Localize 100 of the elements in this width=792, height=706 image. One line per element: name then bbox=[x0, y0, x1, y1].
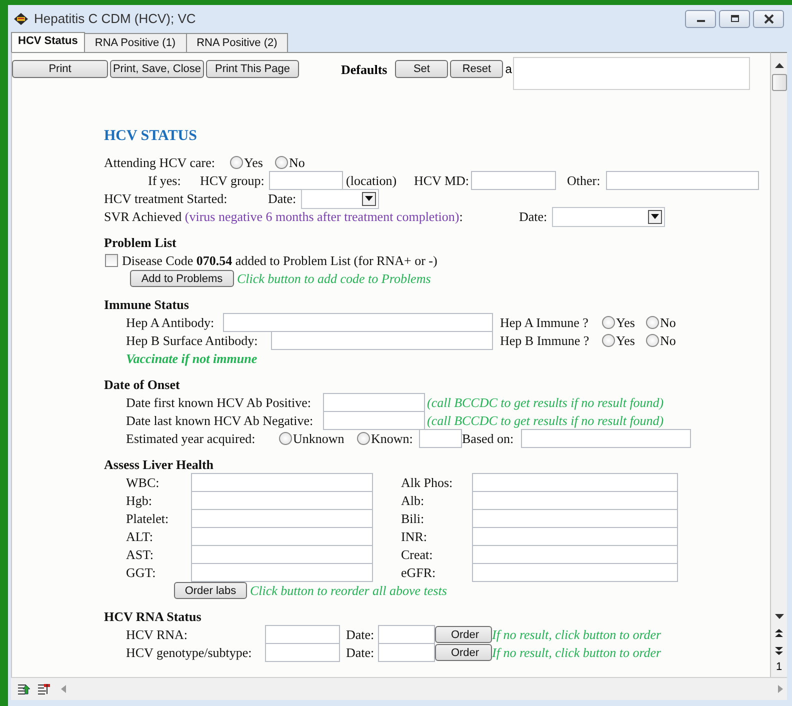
scroll-left-icon[interactable] bbox=[61, 685, 66, 694]
scrollbar-thumb[interactable] bbox=[772, 74, 786, 91]
hint-text: If no result, click button to order bbox=[492, 644, 662, 661]
radio-button[interactable] bbox=[230, 156, 243, 170]
radio-button[interactable] bbox=[602, 334, 615, 348]
hint-text: (call BCCDC to get results if no result found) bbox=[426, 394, 664, 411]
text-field[interactable] bbox=[323, 411, 425, 430]
action-button[interactable]: Order labs bbox=[174, 582, 247, 600]
text-field[interactable] bbox=[269, 171, 343, 190]
radio-button[interactable] bbox=[275, 156, 288, 170]
text-field[interactable] bbox=[521, 429, 691, 448]
toolbar-button[interactable]: Print, Save, Close bbox=[110, 60, 204, 78]
field-label: ALT: bbox=[126, 528, 154, 545]
checkbox[interactable] bbox=[105, 254, 118, 268]
text-field[interactable] bbox=[472, 491, 678, 510]
action-button[interactable]: Add to Problems bbox=[130, 270, 234, 288]
form-heading: HCV STATUS bbox=[104, 126, 198, 145]
field-label: Date first known HCV Ab Positive: bbox=[126, 394, 312, 411]
text-field[interactable] bbox=[606, 171, 760, 190]
action-button[interactable]: Order bbox=[435, 626, 492, 644]
radio-button[interactable] bbox=[602, 316, 615, 330]
field-label: If yes: bbox=[148, 172, 182, 189]
option-label: Yes bbox=[616, 314, 635, 331]
hint-text: Click button to reorder all above tests bbox=[249, 582, 447, 599]
text-field[interactable] bbox=[223, 313, 493, 332]
page-up-icon[interactable] bbox=[775, 629, 783, 638]
text-field[interactable] bbox=[378, 625, 435, 644]
field-label: Hep A Antibody: bbox=[126, 314, 216, 331]
text-field[interactable] bbox=[191, 527, 373, 546]
option-label: No bbox=[660, 332, 676, 349]
section-title: Immune Status bbox=[104, 296, 190, 314]
date-dropdown[interactable] bbox=[301, 188, 379, 209]
field-label: HCV group: bbox=[200, 172, 266, 189]
text-field[interactable] bbox=[191, 509, 373, 528]
field-label: eGFR: bbox=[400, 564, 437, 581]
checkbox-label: Disease Code 070.54 added to Problem List (for RNA+ or -) bbox=[122, 252, 438, 269]
option-label: No bbox=[660, 314, 676, 331]
tab[interactable]: RNA Positive (1) bbox=[84, 32, 187, 52]
date-dropdown[interactable] bbox=[552, 206, 665, 227]
field-label: Estimated year acquired: bbox=[126, 430, 256, 447]
scroll-right-icon[interactable] bbox=[778, 685, 783, 694]
option-label: Yes bbox=[244, 154, 263, 171]
scroll-down-icon[interactable] bbox=[774, 614, 784, 620]
field-label: Date: bbox=[268, 190, 298, 207]
page-number: 1 bbox=[776, 661, 782, 674]
field-label: HCV treatment Started: bbox=[104, 190, 228, 207]
radio-button[interactable] bbox=[357, 432, 370, 446]
text-field[interactable] bbox=[471, 171, 556, 190]
tab[interactable]: RNA Positive (2) bbox=[186, 32, 288, 52]
field-label: WBC: bbox=[126, 474, 160, 491]
action-button[interactable]: Order bbox=[435, 644, 492, 662]
close-button[interactable] bbox=[753, 10, 784, 28]
radio-button[interactable] bbox=[646, 316, 659, 330]
field-label: Date: bbox=[345, 626, 376, 643]
text-field[interactable] bbox=[191, 545, 373, 564]
field-label: Date last known HCV Ab Negative: bbox=[126, 412, 314, 429]
field-label: Creat: bbox=[400, 546, 434, 563]
page-down-icon[interactable] bbox=[775, 647, 783, 656]
defaults-button[interactable]: Set bbox=[395, 60, 448, 78]
note-label: a bbox=[505, 62, 512, 76]
section-title: Date of Onset bbox=[104, 376, 181, 394]
toolbar-button[interactable]: Print bbox=[12, 60, 108, 78]
text-field[interactable] bbox=[472, 545, 678, 564]
field-label: Hep B Surface Antibody: bbox=[126, 332, 259, 349]
text-field[interactable] bbox=[271, 331, 493, 350]
minimize-button[interactable] bbox=[685, 10, 716, 28]
toolbar-button[interactable]: Print This Page bbox=[206, 60, 299, 78]
list-arrow-icon[interactable] bbox=[17, 683, 31, 696]
field-label: Platelet: bbox=[126, 510, 170, 527]
note-field[interactable] bbox=[512, 56, 750, 90]
text-field[interactable] bbox=[323, 393, 425, 412]
field-label: Alk Phos: bbox=[400, 474, 454, 491]
radio-button[interactable] bbox=[646, 334, 659, 348]
hint-text: If no result, click button to order bbox=[492, 626, 662, 643]
field-label: Hep B Immune ? bbox=[499, 332, 590, 349]
option-label: No bbox=[289, 154, 305, 171]
text-field[interactable] bbox=[472, 509, 678, 528]
maximize-button[interactable] bbox=[719, 10, 750, 28]
text-field[interactable] bbox=[472, 473, 678, 492]
scroll-up-icon[interactable] bbox=[774, 62, 784, 68]
section-title: Problem List bbox=[104, 234, 178, 252]
text-field[interactable] bbox=[191, 473, 373, 492]
radio-button[interactable] bbox=[279, 432, 292, 446]
vertical-scrollbar[interactable]: 1 bbox=[770, 52, 787, 678]
text-field[interactable] bbox=[191, 491, 373, 510]
text-field[interactable] bbox=[419, 429, 462, 448]
text-field[interactable] bbox=[378, 643, 435, 662]
field-label: Attending HCV care: bbox=[104, 154, 216, 171]
list-flag-icon[interactable] bbox=[37, 683, 51, 696]
tab[interactable]: HCV Status bbox=[11, 32, 85, 52]
section-title: HCV RNA Status bbox=[104, 608, 202, 626]
text-field[interactable] bbox=[472, 527, 678, 546]
text-field[interactable] bbox=[265, 643, 340, 662]
field-label: HCV genotype/subtype: bbox=[126, 644, 253, 661]
text-field[interactable] bbox=[191, 563, 373, 582]
hint-text: Vaccinate if not immune bbox=[126, 350, 258, 367]
text-field[interactable] bbox=[472, 563, 678, 582]
field-label: HCV RNA: bbox=[126, 626, 189, 643]
defaults-button[interactable]: Reset bbox=[450, 60, 504, 78]
text-field[interactable] bbox=[265, 625, 340, 644]
